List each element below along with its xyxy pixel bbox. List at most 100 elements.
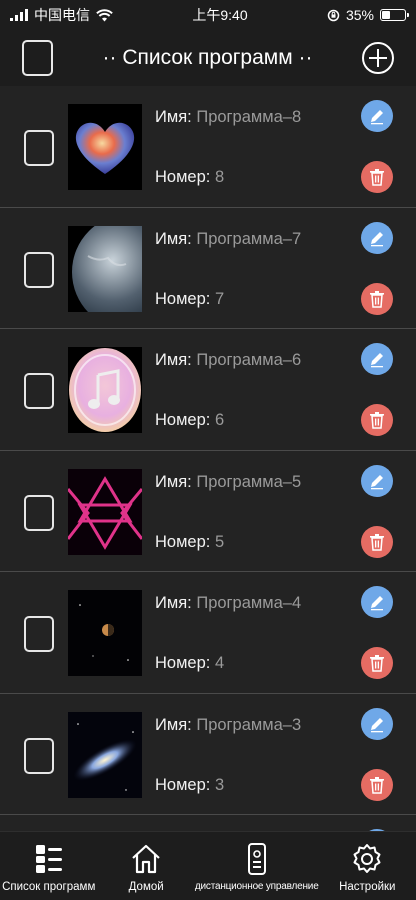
row-checkbox[interactable] [24,130,54,166]
tab-label: дистанционное управление [194,881,319,892]
edit-icon [371,231,383,246]
number-label: Номер: [155,775,211,794]
program-thumbnail [68,468,142,555]
edit-icon [371,717,383,732]
program-name: Имя: Программа–3 [155,716,301,735]
number-value: 3 [214,775,225,794]
trash-icon [370,169,384,186]
number-value: 7 [214,289,225,308]
trash-icon [370,290,384,308]
program-number: Номер: 3 [155,776,224,795]
home-icon [132,844,160,874]
gear-icon [353,844,381,873]
name-label: Имя: [155,351,192,369]
program-row[interactable]: Имя: Программа–3 Номер: 3 [0,693,416,815]
delete-button[interactable] [361,161,393,193]
delete-button[interactable] [361,768,393,801]
name-label: Имя: [155,594,192,612]
name-value: Программа–8 [196,108,302,126]
edit-button[interactable] [361,343,393,375]
program-number: Номер: 7 [155,290,224,309]
select-all-checkbox[interactable] [22,40,53,76]
name-value: Программа–6 [196,351,302,369]
tab-home[interactable]: Домой [97,832,194,900]
tab-bar: Список программ Домой дистанционное упра… [0,831,416,900]
trash-icon [370,655,384,672]
name-label: Имя: [155,715,192,734]
tab-settings[interactable]: Настройки [319,832,416,900]
name-value: Программа–5 [196,472,302,491]
program-number: Номер: 5 [155,533,224,552]
list-icon [35,845,62,873]
trash-icon [370,533,384,551]
edit-icon [371,110,383,125]
tab-label: Настройки [339,881,396,893]
program-name: Имя: Программа–8 [155,108,301,127]
program-number: Номер: 8 [155,168,224,187]
number-value: 5 [214,532,225,551]
name-label: Имя: [155,472,192,491]
remote-icon [247,843,266,875]
status-bar: 中国电信 上午9:40 35% [0,0,416,30]
program-row[interactable]: Имя: Программа–5 Номер: 5 [0,450,416,572]
number-label: Номер: [155,411,211,429]
program-thumbnail [68,347,142,433]
program-thumbnail [68,711,142,798]
edit-icon [371,474,383,489]
edit-button[interactable] [361,464,393,497]
name-label: Имя: [155,229,192,248]
program-number: Номер: 6 [155,411,224,430]
edit-icon [371,596,383,611]
program-name: Имя: Программа–6 [155,351,301,370]
tab-program-list[interactable]: Список программ [0,832,97,900]
trash-icon [370,412,384,429]
row-checkbox[interactable] [24,737,54,774]
program-row[interactable]: Имя: Программа–7 Номер: 7 [0,207,416,329]
program-name: Имя: Программа–7 [155,230,301,249]
carrier-text: 中国电信 [34,7,90,23]
row-checkbox[interactable] [24,251,54,288]
name-label: Имя: [155,108,192,126]
add-program-button[interactable] [361,42,394,74]
app-header: ·· Список программ ·· [0,30,416,86]
edit-button[interactable] [361,100,393,132]
row-checkbox[interactable] [24,494,54,531]
name-value: Программа–3 [196,715,302,734]
program-thumbnail [68,590,142,676]
delete-button[interactable] [361,647,393,679]
program-list[interactable]: Имя: Программа–8 Номер: 8 Имя: Программа–7… [0,86,416,831]
signal-icon [10,9,28,21]
battery-icon [380,9,409,21]
program-thumbnail [68,104,142,190]
name-value: Программа–4 [196,594,302,612]
tab-remote-control[interactable]: дистанционное управление [195,832,319,900]
program-name: Имя: Программа–4 [155,594,301,613]
edit-button[interactable] [361,221,393,254]
program-row[interactable]: Имя: Программа–8 Номер: 8 [0,86,416,208]
row-checkbox[interactable] [24,616,54,652]
program-row-partial[interactable] [0,815,416,831]
edit-button[interactable] [361,586,393,618]
number-label: Номер: [155,654,211,672]
edit-button[interactable] [361,707,393,740]
number-label: Номер: [155,289,211,308]
number-value: 4 [214,654,225,672]
tab-label: Список программ [2,881,96,893]
program-name: Имя: Программа–5 [155,473,301,492]
delete-button[interactable] [361,404,393,436]
name-value: Программа–7 [196,229,302,248]
tab-label: Домой [128,881,164,893]
program-thumbnail [68,225,142,312]
delete-button[interactable] [361,282,393,315]
number-value: 8 [214,168,225,186]
battery-level [382,11,390,19]
number-label: Номер: [155,532,211,551]
orientation-lock-icon [327,9,340,21]
delete-button[interactable] [361,525,393,558]
program-row[interactable]: Имя: Программа–6 Номер: 6 [0,329,416,451]
trash-icon [370,776,384,794]
program-row[interactable]: Имя: Программа–4 Номер: 4 [0,572,416,694]
row-checkbox[interactable] [24,373,54,409]
number-label: Номер: [155,168,211,186]
clock-text: 上午9:40 [192,7,248,23]
